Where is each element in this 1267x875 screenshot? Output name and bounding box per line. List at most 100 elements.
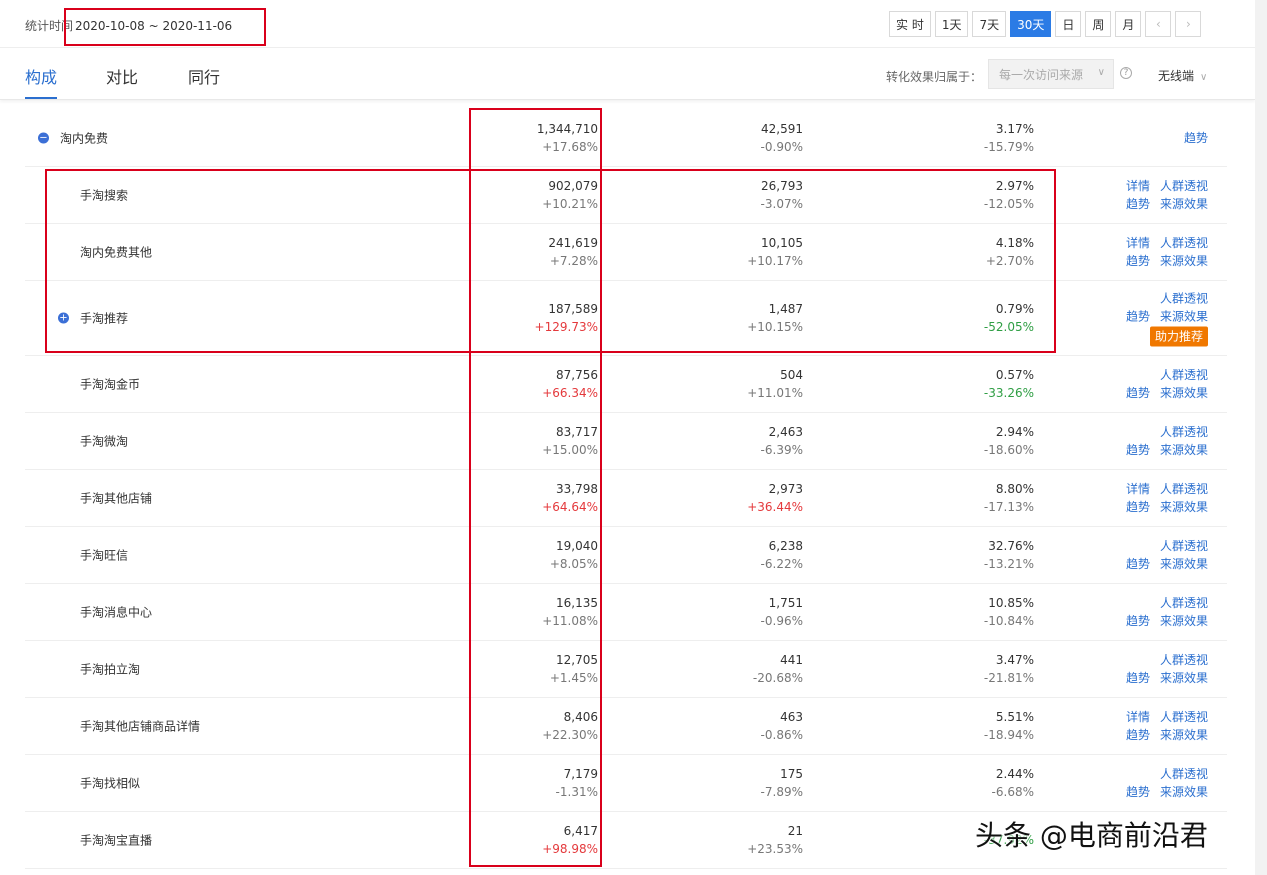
- metric-change: +129.73%: [534, 320, 598, 334]
- detail-link[interactable]: 详情: [1126, 234, 1150, 252]
- audience-link[interactable]: 人群透视: [1160, 594, 1208, 612]
- trend-link[interactable]: 趋势: [1184, 129, 1208, 147]
- chevron-down-icon: ∨: [1097, 67, 1105, 78]
- trend-link[interactable]: 趋势: [1126, 783, 1150, 801]
- metric-value: 6,238: [768, 539, 803, 553]
- source-name: 手淘淘金币: [80, 377, 141, 392]
- audience-link[interactable]: 人群透视: [1160, 177, 1208, 195]
- metric-cell: 1,344,710 +17.68%: [448, 120, 598, 156]
- source-effect-link[interactable]: 来源效果: [1160, 308, 1208, 326]
- row-actions: 人群透视 趋势 来源效果: [1088, 537, 1208, 573]
- source-effect-link[interactable]: 来源效果: [1160, 252, 1208, 270]
- table-row: − 淘内免费 1,344,710 +17.68% 42,591 -0.90% 3.17% -1…: [25, 110, 1227, 167]
- period-button-week[interactable]: 周: [1085, 11, 1112, 37]
- audience-link[interactable]: 人群透视: [1160, 765, 1208, 783]
- metric-value: 4.18%: [995, 236, 1034, 250]
- metric-change: +36.44%: [747, 500, 803, 514]
- metric-change: -20.68%: [752, 671, 803, 685]
- attribution-select[interactable]: 每一次访问来源 ∨: [988, 59, 1114, 89]
- period-button-7d[interactable]: 7天: [972, 11, 1007, 37]
- metric-cell: 19,040 +8.05%: [448, 537, 598, 573]
- audience-link[interactable]: 人群透视: [1160, 234, 1208, 252]
- collapse-icon[interactable]: −: [38, 132, 49, 144]
- metric-change: -33.26%: [983, 386, 1034, 400]
- metric-change: +10.17%: [747, 254, 803, 268]
- row-actions: 趋势: [1088, 129, 1208, 147]
- chevron-left-icon[interactable]: ‹: [1145, 11, 1172, 37]
- trend-link[interactable]: 趋势: [1126, 498, 1150, 516]
- source-name: 手淘推荐: [80, 311, 129, 326]
- metric-cell: 2.97% -12.05%: [884, 177, 1034, 213]
- source-effect-link[interactable]: 来源效果: [1160, 612, 1208, 630]
- metric-cell: 16,135 +11.08%: [448, 594, 598, 630]
- source-effect-link[interactable]: 来源效果: [1160, 384, 1208, 402]
- metric-change: -6.39%: [760, 443, 803, 457]
- audience-link[interactable]: 人群透视: [1160, 651, 1208, 669]
- trend-link[interactable]: 趋势: [1126, 252, 1150, 270]
- metric-cell: 175 -7.89%: [653, 765, 803, 801]
- metric-value: 175: [780, 767, 803, 781]
- source-name: 淘内免费: [60, 131, 109, 146]
- audience-link[interactable]: 人群透视: [1160, 537, 1208, 555]
- period-button-realtime[interactable]: 实 时: [889, 11, 931, 37]
- help-icon[interactable]: ?: [1120, 67, 1132, 79]
- metric-value: 8,406: [563, 710, 598, 724]
- tab-composition[interactable]: 构成: [25, 64, 57, 88]
- source-effect-link[interactable]: 来源效果: [1160, 726, 1208, 744]
- source-effect-link[interactable]: 来源效果: [1160, 498, 1208, 516]
- metric-change: +66.34%: [542, 386, 598, 400]
- audience-link[interactable]: 人群透视: [1160, 423, 1208, 441]
- trend-link[interactable]: 趋势: [1126, 555, 1150, 573]
- trend-link[interactable]: 趋势: [1126, 441, 1150, 459]
- metric-value: 2,463: [768, 425, 803, 439]
- source-effect-link[interactable]: 来源效果: [1160, 783, 1208, 801]
- trend-link[interactable]: 趋势: [1126, 612, 1150, 630]
- tab-bar: 构成 对比 同行 转化效果归属于： 每一次访问来源 ∨ ? 无线端 ∨: [0, 48, 1255, 100]
- detail-link[interactable]: 详情: [1126, 177, 1150, 195]
- audience-link[interactable]: 人群透视: [1160, 366, 1208, 384]
- tab-peers[interactable]: 同行: [188, 64, 220, 88]
- audience-link[interactable]: 人群透视: [1160, 708, 1208, 726]
- trend-link[interactable]: 趋势: [1126, 308, 1150, 326]
- source-name: 手淘旺信: [80, 548, 129, 563]
- row-actions: 人群透视 趋势 来源效果 助力推荐: [1088, 290, 1208, 347]
- metric-change: +15.00%: [542, 443, 598, 457]
- period-button-day[interactable]: 日: [1055, 11, 1082, 37]
- row-actions: 详情 人群透视 趋势 来源效果: [1088, 234, 1208, 270]
- detail-link[interactable]: 详情: [1126, 480, 1150, 498]
- metric-value: 33,798: [556, 482, 598, 496]
- chevron-right-icon[interactable]: ›: [1175, 11, 1202, 37]
- metric-cell: 241,619 +7.28%: [448, 234, 598, 270]
- detail-link[interactable]: 详情: [1126, 708, 1150, 726]
- expand-icon[interactable]: +: [58, 312, 69, 324]
- boost-badge[interactable]: 助力推荐: [1149, 326, 1208, 347]
- source-effect-link[interactable]: 来源效果: [1160, 555, 1208, 573]
- device-select[interactable]: 无线端 ∨: [1158, 67, 1207, 84]
- metric-change: -15.79%: [983, 140, 1034, 154]
- table-row: 手淘微淘 83,717 +15.00% 2,463 -6.39% 2.94% -18.60%…: [25, 413, 1227, 470]
- period-button-month[interactable]: 月: [1115, 11, 1142, 37]
- metric-change: +7.28%: [549, 254, 598, 268]
- metric-value: 5.51%: [995, 710, 1034, 724]
- period-button-1d[interactable]: 1天: [934, 11, 969, 37]
- audience-link[interactable]: 人群透视: [1160, 290, 1208, 308]
- audience-link[interactable]: 人群透视: [1160, 480, 1208, 498]
- metric-change: -3.07%: [760, 197, 803, 211]
- metric-change: +23.53%: [747, 842, 803, 856]
- period-button-30d[interactable]: 30天: [1010, 11, 1052, 37]
- page-gutter: [1255, 0, 1267, 875]
- metric-cell: 4.18% +2.70%: [884, 234, 1034, 270]
- source-effect-link[interactable]: 来源效果: [1160, 669, 1208, 687]
- trend-link[interactable]: 趋势: [1126, 669, 1150, 687]
- trend-link[interactable]: 趋势: [1126, 384, 1150, 402]
- source-effect-link[interactable]: 来源效果: [1160, 441, 1208, 459]
- active-tab-indicator: [25, 97, 57, 99]
- trend-link[interactable]: 趋势: [1126, 195, 1150, 213]
- metric-change: -18.94%: [983, 728, 1034, 742]
- metric-value: 1,487: [768, 302, 803, 316]
- trend-link[interactable]: 趋势: [1126, 726, 1150, 744]
- source-effect-link[interactable]: 来源效果: [1160, 195, 1208, 213]
- tab-compare[interactable]: 对比: [106, 64, 138, 88]
- metric-change: -6.68%: [991, 785, 1034, 799]
- device-select-value: 无线端: [1158, 69, 1195, 83]
